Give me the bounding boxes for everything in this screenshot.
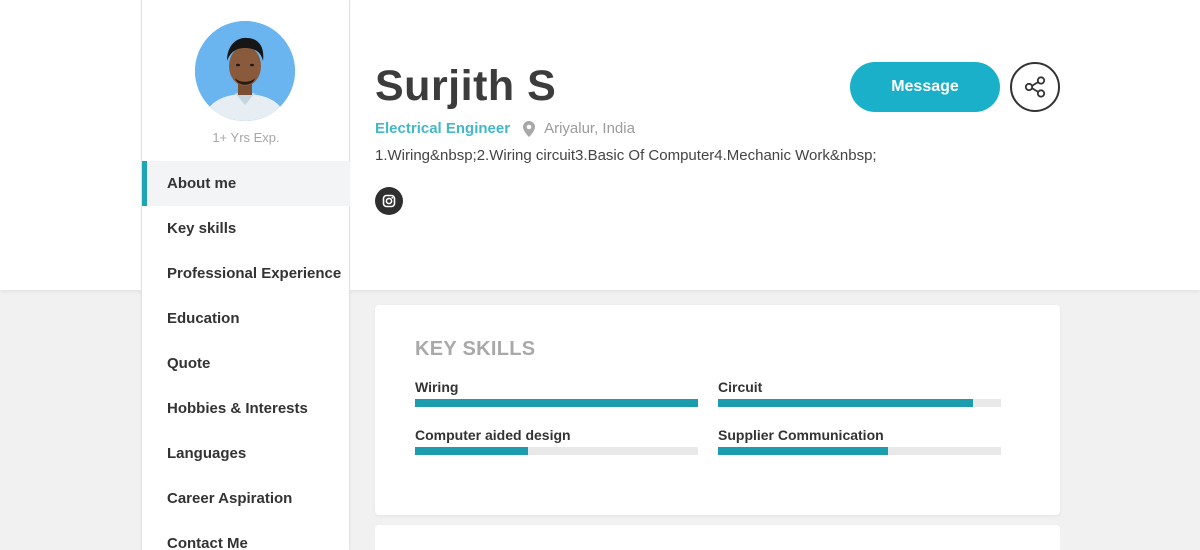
location-pin-icon — [523, 120, 536, 137]
skill-label: Wiring — [415, 379, 459, 395]
profile-subline: Electrical Engineer Ariyalur, India — [375, 120, 635, 137]
profile-description: 1.Wiring&nbsp;2.Wiring circuit3.Basic Of… — [375, 147, 877, 164]
sidebar-item-hobbies-interests[interactable]: Hobbies & Interests — [142, 386, 350, 431]
skill-label: Computer aided design — [415, 427, 571, 443]
skill-bar-fill — [718, 399, 973, 407]
skill-item: Wiring — [415, 379, 698, 407]
skill-item: Supplier Communication — [718, 427, 1001, 455]
sidebar-nav: About me Key skills Professional Experie… — [142, 161, 350, 550]
skill-label: Circuit — [718, 379, 763, 395]
skill-item: Computer aided design — [415, 427, 698, 455]
profile-name: Surjith S — [375, 62, 557, 110]
skill-bar-fill — [415, 399, 698, 407]
share-button[interactable] — [1010, 62, 1060, 112]
key-skills-card: KEY SKILLS Wiring Circuit Computer aided… — [375, 305, 1060, 515]
skill-bar-fill — [718, 447, 888, 455]
sidebar-item-contact-me[interactable]: Contact Me — [142, 521, 350, 550]
profile-location: Ariyalur, India — [544, 120, 635, 137]
sidebar-item-career-aspiration[interactable]: Career Aspiration — [142, 476, 350, 521]
skill-bar-track — [415, 447, 698, 455]
skill-bar-fill — [415, 447, 529, 455]
key-skills-title: KEY SKILLS — [415, 338, 536, 360]
message-button[interactable]: Message — [850, 62, 1000, 112]
sidebar-item-education[interactable]: Education — [142, 296, 350, 341]
sidebar-item-key-skills[interactable]: Key skills — [142, 206, 350, 251]
sidebar-item-quote[interactable]: Quote — [142, 341, 350, 386]
skill-label: Supplier Communication — [718, 427, 884, 443]
sidebar: 1+ Yrs Exp. About me Key skills Professi… — [141, 0, 350, 550]
skill-bar-track — [718, 399, 1001, 407]
sidebar-item-about-me[interactable]: About me — [142, 161, 350, 206]
share-icon — [1024, 76, 1046, 98]
skill-bar-track — [415, 399, 698, 407]
experience-label: 1+ Yrs Exp. — [212, 130, 280, 145]
skill-bar-track — [718, 447, 1001, 455]
skill-item: Circuit — [718, 379, 1001, 407]
sidebar-item-languages[interactable]: Languages — [142, 431, 350, 476]
avatar — [195, 21, 295, 121]
next-section-card — [375, 525, 1060, 550]
instagram-icon[interactable] — [375, 187, 403, 215]
profile-role: Electrical Engineer — [375, 120, 511, 137]
sidebar-item-professional-experience[interactable]: Professional Experience — [142, 251, 350, 296]
